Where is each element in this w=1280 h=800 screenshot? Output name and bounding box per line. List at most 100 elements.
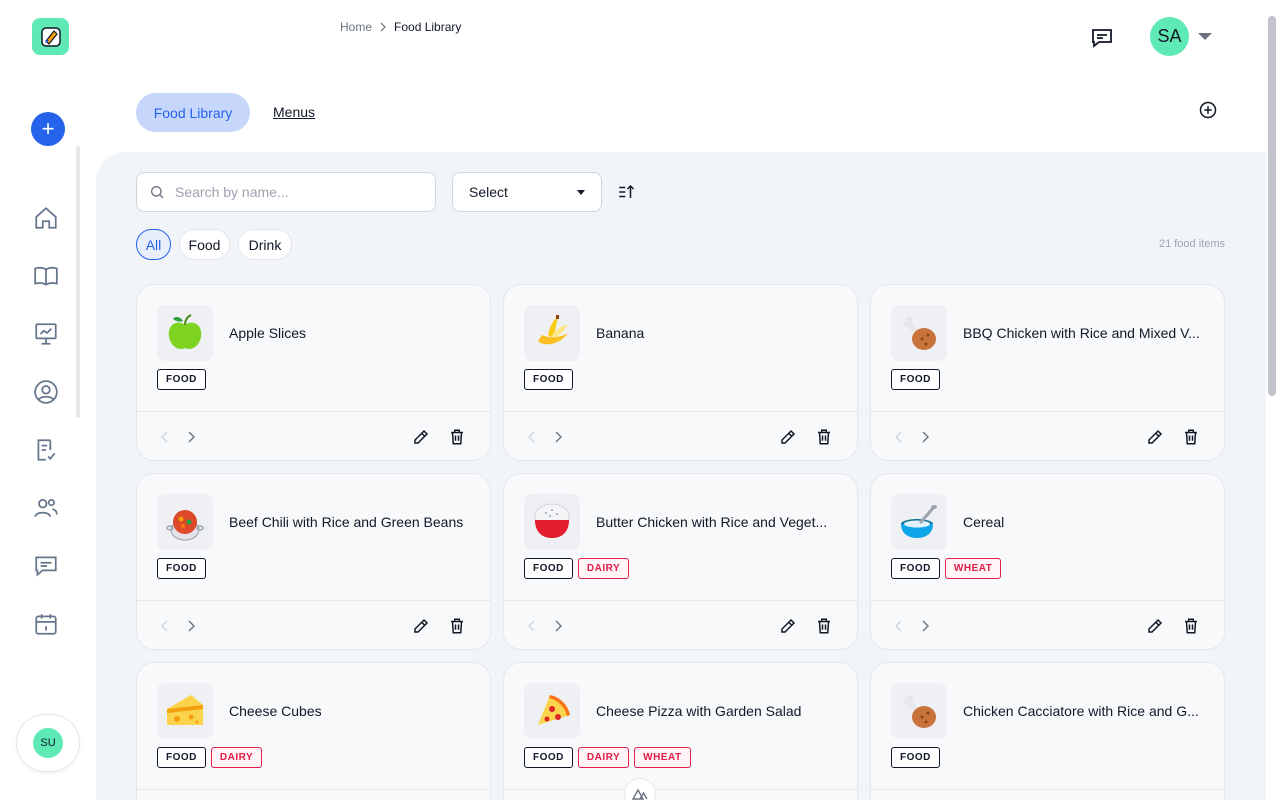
tag-food: FOOD xyxy=(524,558,573,579)
food-card[interactable]: Chicken Cacciatore with Rice and G... FO… xyxy=(870,662,1225,800)
add-button[interactable]: + xyxy=(31,112,65,146)
food-card-tags: FOOD xyxy=(524,369,573,390)
rice-bowl-icon xyxy=(524,494,580,550)
app-root: + SU Home Food Library SA Food Library M… xyxy=(0,0,1280,800)
trash-icon[interactable] xyxy=(448,428,466,446)
edit-icon[interactable] xyxy=(779,617,797,635)
clipboard-check-icon[interactable] xyxy=(33,437,59,463)
tag-dairy: DAIRY xyxy=(577,558,630,579)
trash-icon[interactable] xyxy=(1182,617,1200,635)
food-card-footer xyxy=(504,600,857,649)
item-count: 21 food items xyxy=(1158,238,1225,250)
user-circle-icon[interactable] xyxy=(33,379,59,405)
page-scrollbar[interactable] xyxy=(1268,16,1276,396)
food-card-footer xyxy=(871,789,1224,800)
prev-image-icon[interactable] xyxy=(891,617,907,635)
food-card-title: Chicken Cacciatore with Rice and G... xyxy=(963,703,1199,719)
user-avatar[interactable]: SA xyxy=(1150,17,1189,56)
food-card[interactable]: Apple Slices FOOD xyxy=(136,284,491,461)
food-card-title: Butter Chicken with Rice and Veget... xyxy=(596,514,828,530)
next-image-icon[interactable] xyxy=(917,428,933,446)
sidebar-user-button[interactable]: SU xyxy=(16,714,80,772)
food-card-footer xyxy=(504,789,857,800)
home-icon[interactable] xyxy=(33,205,59,231)
tag-food: FOOD xyxy=(891,369,940,390)
search-icon xyxy=(151,186,164,199)
breadcrumb-current: Food Library xyxy=(394,20,462,34)
chip-all[interactable]: All xyxy=(136,229,171,260)
category-select[interactable]: Select xyxy=(452,172,602,212)
cereal-bowl-icon xyxy=(891,494,947,550)
prev-image-icon[interactable] xyxy=(157,617,173,635)
food-card[interactable]: Cereal FOOD WHEAT xyxy=(870,473,1225,650)
messages-icon[interactable] xyxy=(1090,26,1114,50)
food-card-tags: FOOD DAIRY xyxy=(524,558,630,579)
trash-icon[interactable] xyxy=(815,428,833,446)
food-card-title: Apple Slices xyxy=(229,325,307,341)
chevron-down-icon[interactable] xyxy=(1198,33,1212,40)
trash-icon[interactable] xyxy=(815,617,833,635)
breadcrumb-home[interactable]: Home xyxy=(340,20,372,34)
food-card[interactable]: Cheese Cubes FOOD DAIRY xyxy=(136,662,491,800)
food-card[interactable]: BBQ Chicken with Rice and Mixed V... FOO… xyxy=(870,284,1225,461)
trash-icon[interactable] xyxy=(448,617,466,635)
edit-icon[interactable] xyxy=(412,617,430,635)
pizza-icon xyxy=(524,683,580,739)
tag-food: FOOD xyxy=(157,747,206,768)
add-circle-icon[interactable] xyxy=(1199,101,1217,119)
sidebar-scrollbar[interactable] xyxy=(76,146,80,418)
food-card-title: Banana xyxy=(596,325,645,341)
food-card[interactable]: Banana FOOD xyxy=(503,284,858,461)
tag-food: FOOD xyxy=(157,558,206,579)
food-card-tags: FOOD WHEAT xyxy=(891,558,1002,579)
tab-menus[interactable]: Menus xyxy=(273,104,315,120)
presentation-chart-icon[interactable] xyxy=(33,321,59,347)
prev-image-icon[interactable] xyxy=(157,428,173,446)
book-icon[interactable] xyxy=(33,263,59,289)
next-image-icon[interactable] xyxy=(550,428,566,446)
tag-wheat: WHEAT xyxy=(944,558,1002,579)
users-icon[interactable] xyxy=(33,495,59,521)
chip-food[interactable]: Food xyxy=(179,229,230,260)
food-card-footer xyxy=(137,789,490,800)
food-card-tags: FOOD xyxy=(157,558,206,579)
select-label: Select xyxy=(469,184,508,200)
edit-icon[interactable] xyxy=(1146,617,1164,635)
tag-wheat: WHEAT xyxy=(634,747,691,768)
calendar-icon[interactable] xyxy=(33,611,59,637)
banana-icon xyxy=(524,305,580,361)
sort-icon[interactable] xyxy=(617,183,635,201)
cheese-icon xyxy=(157,683,213,739)
next-image-icon[interactable] xyxy=(550,617,566,635)
next-image-icon[interactable] xyxy=(917,617,933,635)
next-image-icon[interactable] xyxy=(183,617,199,635)
prev-image-icon[interactable] xyxy=(524,428,540,446)
food-card[interactable]: Butter Chicken with Rice and Veget... FO… xyxy=(503,473,858,650)
prev-image-icon[interactable] xyxy=(524,617,540,635)
edit-icon[interactable] xyxy=(412,428,430,446)
search-box[interactable] xyxy=(136,172,436,212)
chat-icon[interactable] xyxy=(33,553,59,579)
chip-drink[interactable]: Drink xyxy=(238,229,292,260)
trash-icon[interactable] xyxy=(1182,428,1200,446)
stew-pot-icon xyxy=(157,494,213,550)
next-image-icon[interactable] xyxy=(183,428,199,446)
app-logo[interactable] xyxy=(32,18,69,55)
food-card-tags: FOOD xyxy=(891,747,940,768)
food-card[interactable]: Cheese Pizza with Garden Salad FOOD DAIRY… xyxy=(503,662,858,800)
tab-food-library[interactable]: Food Library xyxy=(136,93,250,132)
food-card-title: Cereal xyxy=(963,514,1005,530)
food-card[interactable]: Beef Chili with Rice and Green Beans FOO… xyxy=(136,473,491,650)
drumstick-icon xyxy=(891,683,947,739)
edit-icon[interactable] xyxy=(1146,428,1164,446)
search-input[interactable] xyxy=(175,184,415,200)
sidebar: + SU xyxy=(0,0,96,800)
select-caret-icon xyxy=(577,189,585,195)
add-label: + xyxy=(41,116,55,141)
food-card-title: Cheese Pizza with Garden Salad xyxy=(596,703,802,719)
prev-image-icon[interactable] xyxy=(891,428,907,446)
tag-food: FOOD xyxy=(891,747,940,768)
food-card-title: BBQ Chicken with Rice and Mixed V... xyxy=(963,325,1200,341)
food-card-tags: FOOD DAIRY xyxy=(157,747,263,768)
edit-icon[interactable] xyxy=(779,428,797,446)
